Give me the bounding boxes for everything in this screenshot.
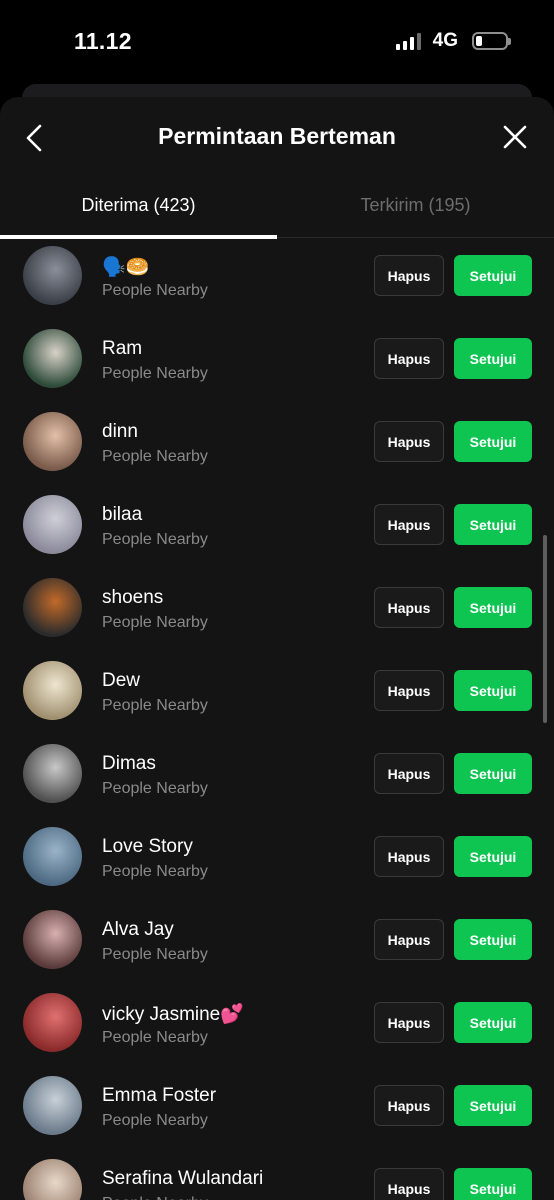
status-bar: 11.12 4G xyxy=(0,0,554,84)
delete-button[interactable]: Hapus xyxy=(374,338,444,379)
request-source: People Nearby xyxy=(102,946,208,963)
delete-button[interactable]: Hapus xyxy=(374,1002,444,1043)
network-label: 4G xyxy=(432,30,458,51)
request-name: Serafina Wulandari xyxy=(102,1168,264,1189)
avatar[interactable] xyxy=(23,246,82,305)
request-source: People Nearby xyxy=(102,780,208,797)
status-time: 11.12 xyxy=(74,28,132,54)
battery-icon xyxy=(472,32,511,50)
list-item[interactable]: dinn People Nearby Hapus Setujui xyxy=(0,404,554,487)
list-item[interactable]: Ram People Nearby Hapus Setujui xyxy=(0,321,554,404)
request-source: People Nearby xyxy=(102,531,208,548)
approve-button[interactable]: Setujui xyxy=(454,421,532,462)
signal-icon xyxy=(395,32,421,50)
delete-button[interactable]: Hapus xyxy=(374,836,444,877)
list-item[interactable]: Alva Jay People Nearby Hapus Setujui xyxy=(0,902,554,985)
delete-button[interactable]: Hapus xyxy=(374,587,444,628)
request-name: Ram xyxy=(102,338,143,359)
tab-sent[interactable]: Terkirim (195) xyxy=(277,195,554,216)
approve-button[interactable]: Setujui xyxy=(454,753,532,794)
delete-button[interactable]: Hapus xyxy=(374,753,444,794)
avatar[interactable] xyxy=(23,910,82,969)
request-list: 🗣️🥯 People Nearby Hapus Setujui Ram People Ne… xyxy=(0,238,554,1200)
approve-button[interactable]: Setujui xyxy=(454,919,532,960)
request-name: Dew xyxy=(102,670,141,691)
avatar[interactable] xyxy=(23,412,82,471)
approve-button[interactable]: Setujui xyxy=(454,836,532,877)
avatar[interactable] xyxy=(23,578,82,637)
list-item[interactable]: Serafina Wulandari People Nearby Hapus Setu… xyxy=(0,1151,554,1200)
list-item[interactable]: 🗣️🥯 People Nearby Hapus Setujui xyxy=(0,238,554,321)
request-source: People Nearby xyxy=(102,614,208,631)
approve-button[interactable]: Setujui xyxy=(454,255,532,296)
scrollbar[interactable] xyxy=(543,535,547,723)
list-item[interactable]: bilaa People Nearby Hapus Setujui xyxy=(0,487,554,570)
tab-received[interactable]: Diterima (423) xyxy=(0,195,277,216)
approve-button[interactable]: Setujui xyxy=(454,1085,532,1126)
delete-button[interactable]: Hapus xyxy=(374,670,444,711)
request-source: People Nearby xyxy=(102,863,208,880)
avatar[interactable] xyxy=(23,1076,82,1135)
list-item[interactable]: shoens People Nearby Hapus Setujui xyxy=(0,570,554,653)
request-source: People Nearby xyxy=(102,1112,208,1129)
request-name: Dimas xyxy=(102,753,156,774)
close-icon xyxy=(503,125,527,149)
approve-button[interactable]: Setujui xyxy=(454,1168,532,1200)
delete-button[interactable]: Hapus xyxy=(374,1168,444,1200)
avatar[interactable] xyxy=(23,827,82,886)
request-source: People Nearby xyxy=(102,282,208,299)
request-source: People Nearby xyxy=(102,448,208,465)
close-button[interactable] xyxy=(502,124,528,150)
approve-button[interactable]: Setujui xyxy=(454,338,532,379)
list-item[interactable]: vicky Jasmine💕 People Nearby Hapus Setujui xyxy=(0,985,554,1068)
list-item[interactable]: Dimas People Nearby Hapus Setujui xyxy=(0,736,554,819)
request-name: bilaa xyxy=(102,504,143,525)
delete-button[interactable]: Hapus xyxy=(374,1085,444,1126)
request-name: Love Story xyxy=(102,836,193,857)
tabs: Diterima (423) Terkirim (195) xyxy=(0,177,554,239)
request-source: People Nearby xyxy=(102,697,208,714)
request-name: vicky Jasmine💕 xyxy=(102,1004,244,1025)
request-name: Alva Jay xyxy=(102,919,174,940)
avatar[interactable] xyxy=(23,1159,82,1200)
approve-button[interactable]: Setujui xyxy=(454,504,532,545)
avatar[interactable] xyxy=(23,661,82,720)
list-item[interactable]: Love Story People Nearby Hapus Setujui xyxy=(0,819,554,902)
request-source: People Nearby xyxy=(102,1195,208,1200)
avatar[interactable] xyxy=(23,993,82,1052)
page-title: Permintaan Berteman xyxy=(158,123,396,149)
status-indicators: 4G xyxy=(395,30,511,52)
list-item[interactable]: Emma Foster People Nearby Hapus Setujui xyxy=(0,1068,554,1151)
avatar[interactable] xyxy=(23,495,82,554)
avatar[interactable] xyxy=(23,744,82,803)
request-name: 🗣️🥯 xyxy=(102,257,150,278)
request-name: shoens xyxy=(102,587,164,608)
approve-button[interactable]: Setujui xyxy=(454,1002,532,1043)
request-name: Emma Foster xyxy=(102,1085,217,1106)
avatar[interactable] xyxy=(23,329,82,388)
request-source: People Nearby xyxy=(102,365,208,382)
delete-button[interactable]: Hapus xyxy=(374,504,444,545)
delete-button[interactable]: Hapus xyxy=(374,421,444,462)
approve-button[interactable]: Setujui xyxy=(454,587,532,628)
approve-button[interactable]: Setujui xyxy=(454,670,532,711)
request-name: dinn xyxy=(102,421,138,442)
delete-button[interactable]: Hapus xyxy=(374,255,444,296)
header: Permintaan Berteman xyxy=(0,97,554,177)
delete-button[interactable]: Hapus xyxy=(374,919,444,960)
request-source: People Nearby xyxy=(102,1029,208,1046)
list-item[interactable]: Dew People Nearby Hapus Setujui xyxy=(0,653,554,736)
